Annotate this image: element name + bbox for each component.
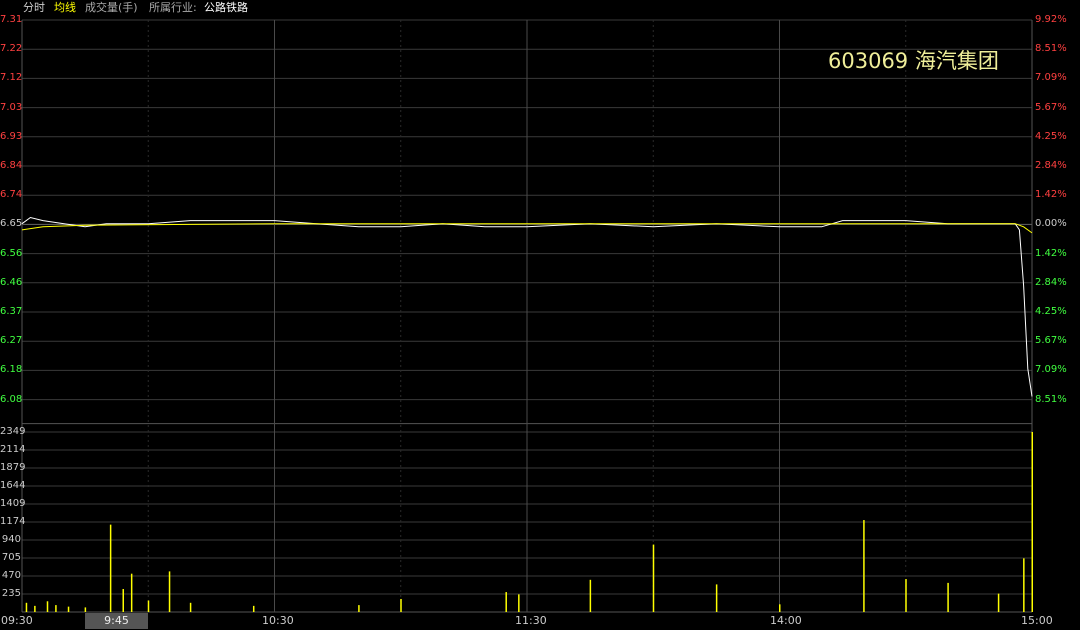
- price-axis-label: 7.22: [0, 43, 23, 55]
- volume-bar: [1023, 558, 1025, 612]
- volume-bar: [997, 593, 1000, 612]
- percent-axis-label: 7.09%: [1035, 364, 1067, 376]
- percent-axis-label: 1.42%: [1035, 189, 1067, 201]
- volume-bar: [67, 606, 70, 612]
- volume-bar: [779, 604, 781, 612]
- volume-bar: [130, 573, 133, 612]
- volume-axis-label: 1879: [0, 462, 26, 473]
- tab-volume[interactable]: 成交量(手): [85, 0, 138, 16]
- indicator-toolbar: 分时 均线 成交量(手) 所属行业: 公路铁路: [0, 0, 1080, 16]
- volume-bar: [947, 582, 949, 612]
- percent-axis-label: 8.51%: [1035, 43, 1067, 55]
- volume-bar: [518, 594, 520, 612]
- tab-time-share[interactable]: 分时: [23, 0, 45, 16]
- volume-bar: [84, 607, 87, 612]
- percent-axis-label: 8.51%: [1035, 393, 1067, 405]
- volume-bar: [168, 571, 171, 612]
- volume-axis-label: 705: [1, 552, 21, 563]
- time-axis-label: 10:30: [262, 614, 294, 627]
- percent-axis-label: 5.67%: [1035, 101, 1067, 113]
- volume-bar: [147, 600, 150, 612]
- volume-bar: [652, 544, 655, 612]
- industry-value[interactable]: 公路铁路: [204, 0, 248, 16]
- volume-bar: [109, 524, 112, 612]
- price-axis-label: 6.56: [0, 247, 23, 259]
- volume-bar: [46, 601, 49, 612]
- percent-axis-label: 4.25%: [1035, 306, 1067, 317]
- percent-axis-label: 7.09%: [1035, 72, 1067, 84]
- volume-bar: [252, 605, 255, 612]
- intraday-chart: [21, 19, 1033, 613]
- time-axis-label: 11:30: [515, 614, 547, 627]
- percent-axis-label: 2.84%: [1035, 160, 1067, 171]
- chart-grid: [21, 19, 1033, 613]
- price-axis-label: 7.03: [0, 101, 23, 113]
- volume-axis-label: 2349: [0, 426, 26, 437]
- price-axis-label: 6.18: [0, 364, 23, 376]
- volume-axis-label: 470: [1, 570, 21, 581]
- volume-axis-label: 235: [1, 588, 21, 599]
- volume-bar: [863, 520, 865, 612]
- percent-axis-label: 5.67%: [1035, 335, 1067, 347]
- volume-bar: [122, 589, 124, 612]
- price-axis-label: 6.93: [0, 130, 23, 142]
- tab-average-line[interactable]: 均线: [54, 0, 76, 16]
- volume-bar: [505, 592, 507, 612]
- price-axis-label: 7.31: [0, 14, 23, 25]
- volume-axis-label: 2114: [0, 444, 26, 455]
- volume-bar: [715, 584, 718, 612]
- volume-bar: [55, 605, 57, 612]
- crosshair-time-indicator: 9:45: [85, 613, 148, 629]
- price-axis-label: 6.46: [0, 276, 23, 288]
- price-axis-label: 7.12: [0, 72, 23, 84]
- crosshair-time-label: 9:45: [104, 614, 129, 627]
- volume-bar: [25, 602, 28, 612]
- time-axis-label: 09:30: [1, 614, 33, 627]
- price-axis-label: 6.84: [0, 160, 23, 171]
- volume-bar: [905, 579, 907, 612]
- volume-bar: [189, 602, 192, 612]
- volume-bar: [34, 605, 36, 612]
- percent-axis-label: 9.92%: [1035, 14, 1067, 25]
- industry-label: 所属行业:: [149, 1, 197, 14]
- time-axis-label: 14:00: [770, 614, 802, 627]
- percent-axis-label: 2.84%: [1035, 276, 1067, 288]
- price-axis-label: 6.08: [0, 393, 23, 405]
- volume-axis-label: 1644: [0, 480, 26, 491]
- percent-axis-label: 0.00%: [1035, 218, 1067, 230]
- time-axis-label: 15:00: [1021, 614, 1053, 627]
- price-axis-label: 6.27: [0, 335, 23, 347]
- volume-bar: [589, 579, 592, 612]
- volume-axis-label: 940: [1, 534, 21, 545]
- volume-bar: [358, 605, 360, 612]
- volume-bar: [1031, 432, 1033, 612]
- volume-bar: [400, 598, 402, 612]
- stock-title: 603069 海汽集团: [828, 49, 999, 73]
- percent-axis-label: 1.42%: [1035, 247, 1067, 259]
- price-axis-label: 6.65: [0, 218, 23, 230]
- price-axis-label: 6.37: [0, 306, 23, 317]
- volume-axis-label: 1174: [0, 516, 26, 527]
- price-axis-label: 6.74: [0, 189, 23, 201]
- volume-axis-label: 1409: [0, 498, 26, 509]
- percent-axis-label: 4.25%: [1035, 130, 1067, 142]
